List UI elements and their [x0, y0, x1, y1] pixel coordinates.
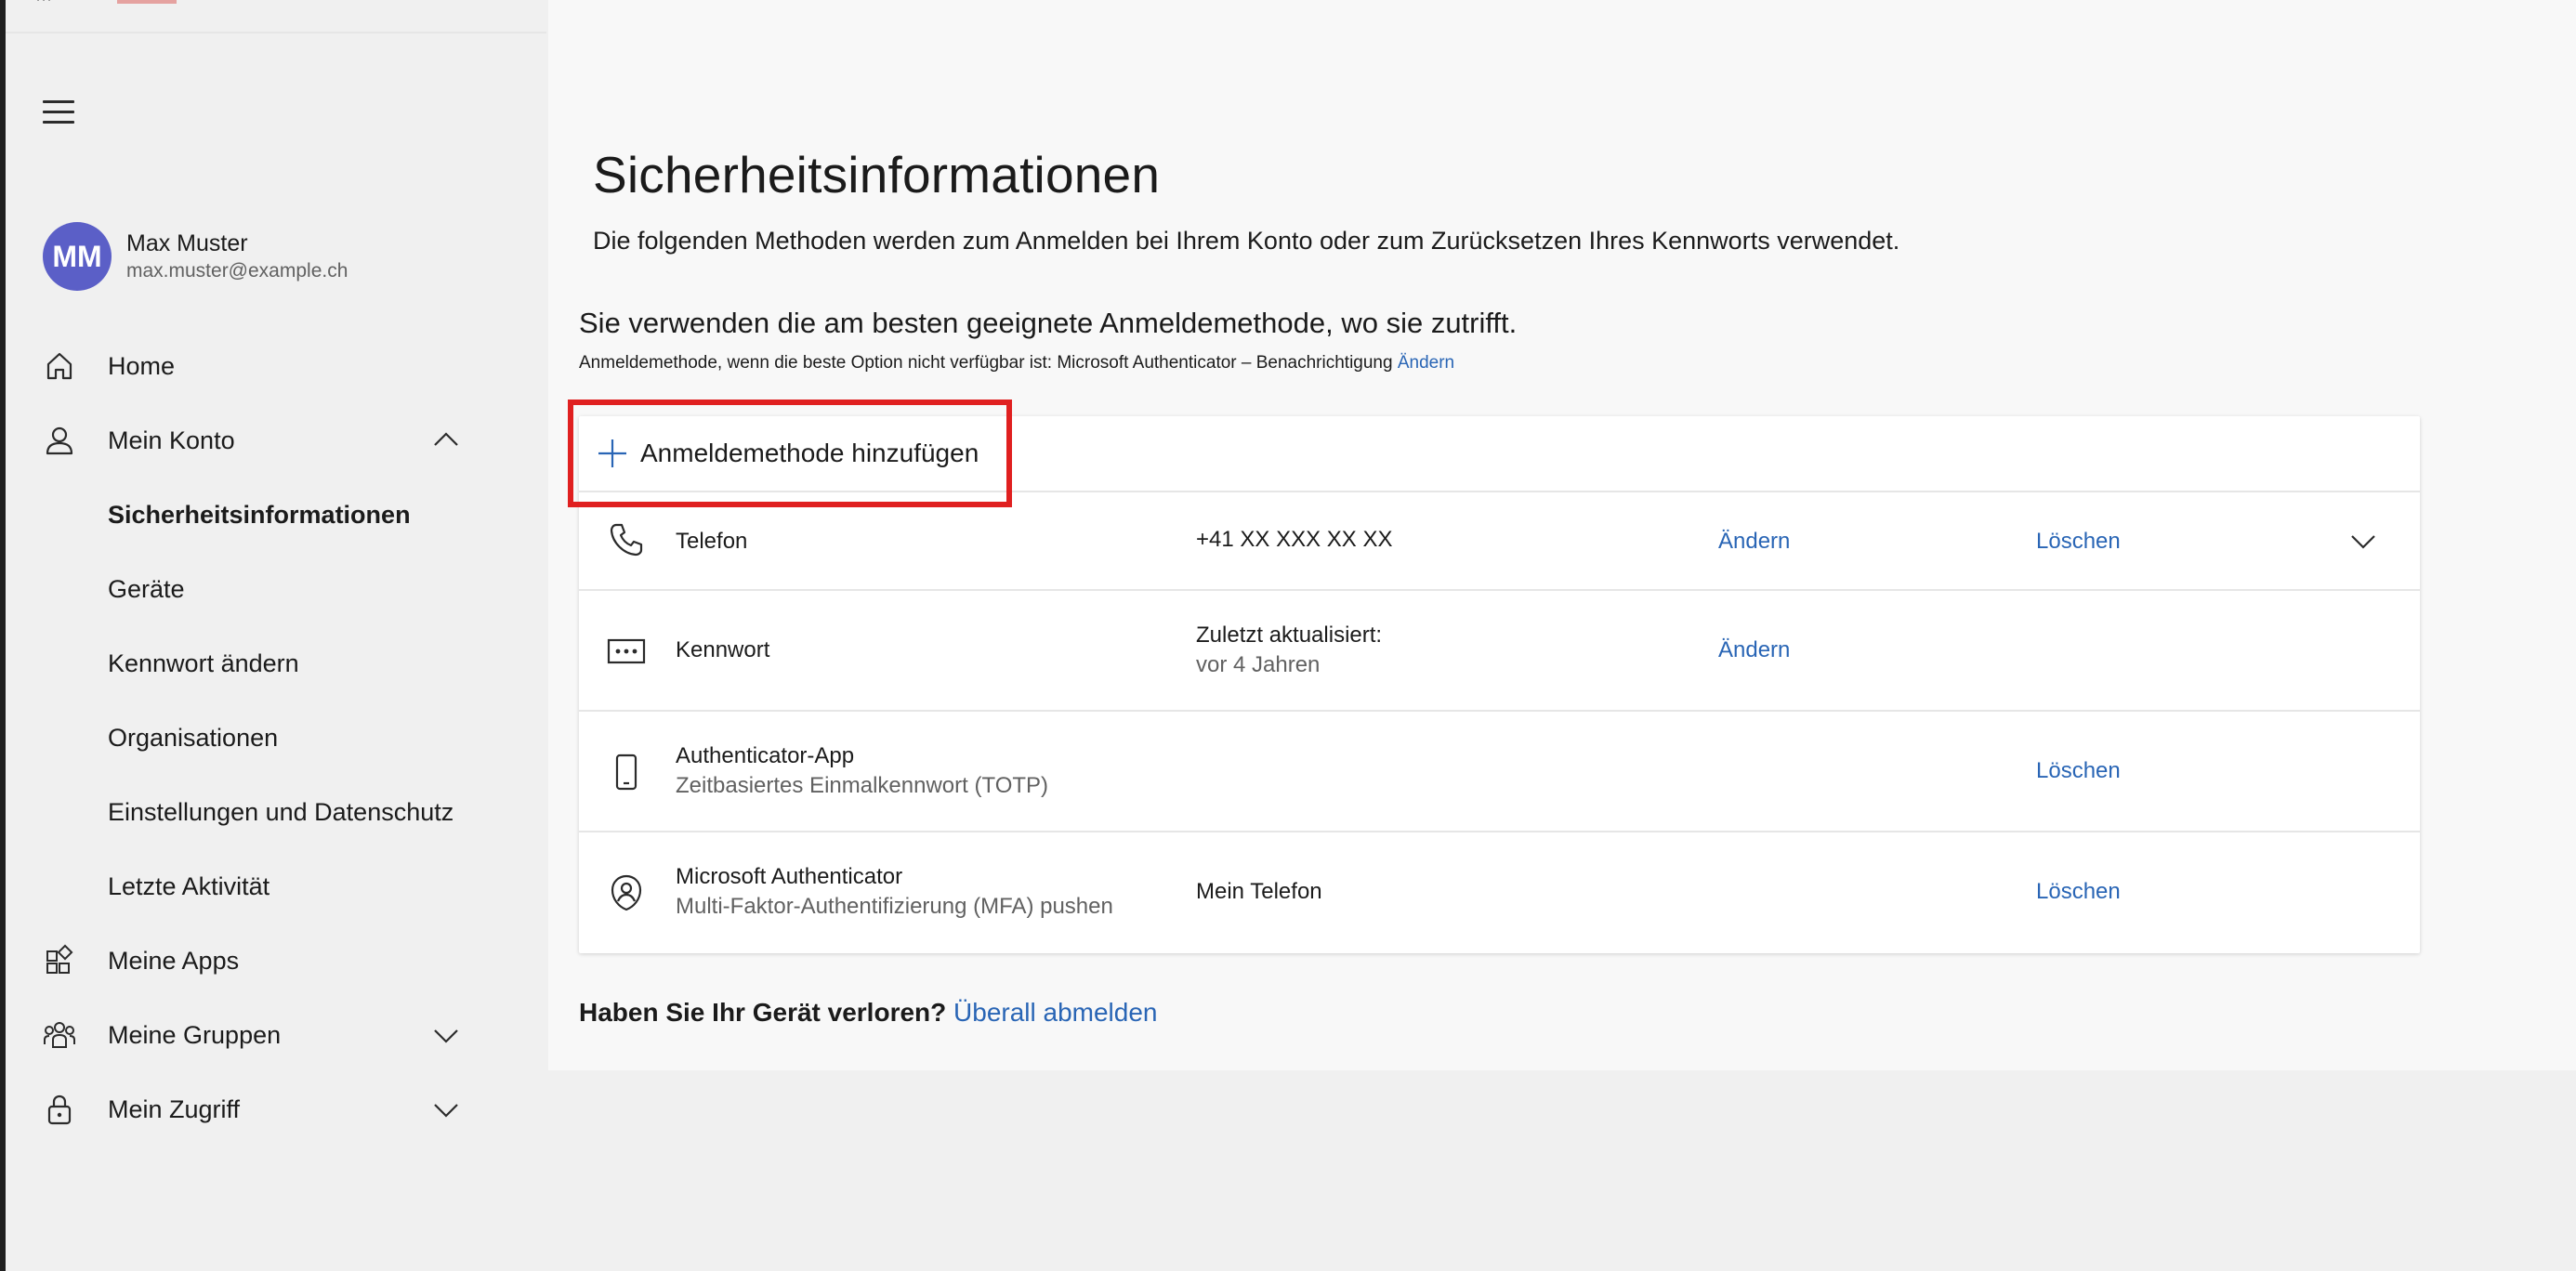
sidebar-item-access[interactable]: Mein Zugriff	[6, 1072, 546, 1147]
method-row-password: Kennwort Zuletzt aktualisiert: vor 4 Jah…	[579, 591, 2420, 712]
delete-link[interactable]: Löschen	[2036, 527, 2121, 557]
default-method-heading: Sie verwenden die am besten geeignete An…	[579, 307, 1518, 339]
lost-device-question: Haben Sie Ihr Gerät verloren?	[579, 998, 947, 1027]
phone-icon	[610, 523, 643, 557]
apps-icon	[46, 944, 73, 974]
sidebar-item-security[interactable]: Sicherheitsinformationen	[6, 478, 546, 552]
method-subtitle: Zeitbasiertes Einmalkennwort (TOTP)	[676, 773, 1049, 798]
methods-card: Anmeldemethode hinzufügen Telefon +41 XX…	[568, 400, 2420, 953]
logo	[117, 0, 177, 4]
profile: MM Max Muster max.muster@example.ch	[43, 221, 348, 292]
sidebar-item-label: Geräte	[108, 574, 185, 603]
sidebar-item-label: Meine Gruppen	[108, 1020, 282, 1049]
method-row-microsoft-authenticator: Microsoft Authenticator Multi-Faktor-Aut…	[579, 832, 2420, 951]
home-icon	[46, 352, 72, 380]
sidebar-nav: Home Mein Konto Sicherheitsinformationen…	[6, 329, 546, 1147]
sidebar-item-home[interactable]: Home	[6, 329, 546, 403]
add-method-button[interactable]: Anmeldemethode hinzufügen	[568, 400, 2420, 507]
method-row-phone: Telefon +41 XX XXX XX XX Ändern Löschen	[579, 492, 2420, 591]
method-detail-secondary: vor 4 Jahren	[1196, 652, 1321, 677]
main-content: Sicherheitsinformationen Die folgenden M…	[548, 0, 2576, 1070]
sidebar-item-label: Sicherheitsinformationen	[108, 500, 411, 529]
page-title: Sicherheitsinformationen	[593, 146, 1161, 203]
people-icon	[44, 1022, 75, 1048]
sidebar-item-password[interactable]: Kennwort ändern	[6, 626, 546, 701]
password-icon	[607, 638, 646, 664]
change-link[interactable]: Ändern	[1718, 636, 1790, 665]
menu-icon[interactable]	[43, 100, 74, 128]
sidebar-item-settings[interactable]: Einstellungen und Datenschutz	[6, 775, 546, 849]
chevron-up-icon[interactable]	[429, 424, 463, 457]
person-icon	[46, 426, 73, 455]
method-subtitle: Multi-Faktor-Authentifizierung (MFA) pus…	[676, 894, 1113, 919]
sidebar-item-label: Kennwort ändern	[108, 649, 299, 677]
method-title: Kennwort	[676, 637, 770, 662]
sidebar-item-organizations[interactable]: Organisationen	[6, 701, 546, 775]
default-method-line: Anmeldemethode, wenn die beste Option ni…	[579, 353, 1454, 373]
chevron-down-icon[interactable]	[2348, 526, 2378, 556]
sidebar-item-account[interactable]: Mein Konto	[6, 403, 546, 478]
page-description: Die folgenden Methoden werden zum Anmeld…	[593, 227, 1900, 255]
chevron-down-icon[interactable]	[429, 1018, 463, 1052]
method-detail: Zuletzt aktualisiert:	[1196, 622, 1383, 648]
page-footer-area	[548, 1070, 2576, 1271]
sidebar-item-label: Einstellungen und Datenschutz	[108, 797, 454, 826]
avatar: MM	[43, 222, 112, 291]
plus-icon	[598, 439, 626, 467]
method-detail: +41 XX XXX XX XX	[1196, 527, 1393, 552]
add-method-label: Anmeldemethode hinzufügen	[640, 439, 979, 467]
sidebar-item-devices[interactable]: Geräte	[6, 552, 546, 626]
lost-device: Haben Sie Ihr Gerät verloren? Überall ab…	[579, 998, 1158, 1028]
delete-link[interactable]: Löschen	[2036, 877, 2121, 907]
sidebar-item-activity[interactable]: Letzte Aktivität	[6, 849, 546, 924]
sidebar-item-label: Letzte Aktivität	[108, 871, 270, 900]
authenticator-icon	[611, 874, 642, 911]
method-row-authenticator-app: Authenticator-App Zeitbasiertes Einmalke…	[579, 712, 2420, 832]
sign-out-everywhere-link[interactable]: Überall abmelden	[953, 998, 1157, 1027]
chevron-down-icon[interactable]	[429, 1093, 463, 1126]
delete-link[interactable]: Löschen	[2036, 756, 2121, 786]
default-method-change-link[interactable]: Ändern	[1398, 353, 1454, 373]
method-detail: Mein Telefon	[1196, 879, 1322, 904]
sidebar-item-label: Mein Zugriff	[108, 1094, 241, 1123]
sidebar-item-groups[interactable]: Meine Gruppen	[6, 998, 546, 1072]
sidebar-item-label: Mein Konto	[108, 426, 235, 454]
sidebar: MM Max Muster max.muster@example.ch Home…	[6, 0, 546, 1271]
method-title: Telefon	[676, 529, 748, 554]
sidebar-item-label: Organisationen	[108, 723, 279, 752]
sidebar-item-apps[interactable]: Meine Apps	[6, 924, 546, 998]
default-method-text: Anmeldemethode, wenn die beste Option ni…	[579, 353, 1393, 373]
mobile-icon	[615, 753, 637, 791]
change-link[interactable]: Ändern	[1718, 527, 1790, 557]
sidebar-item-label: Home	[108, 351, 176, 380]
method-title: Authenticator-App	[676, 743, 855, 768]
profile-name: Max Muster	[126, 230, 248, 256]
profile-email: max.muster@example.ch	[126, 260, 348, 282]
method-title: Microsoft Authenticator	[676, 864, 903, 889]
app-launcher-icon[interactable]: ⋯	[35, 0, 61, 7]
top-strip: ⋯	[6, 0, 546, 33]
sidebar-item-label: Meine Apps	[108, 946, 240, 975]
lock-icon	[47, 1094, 72, 1125]
